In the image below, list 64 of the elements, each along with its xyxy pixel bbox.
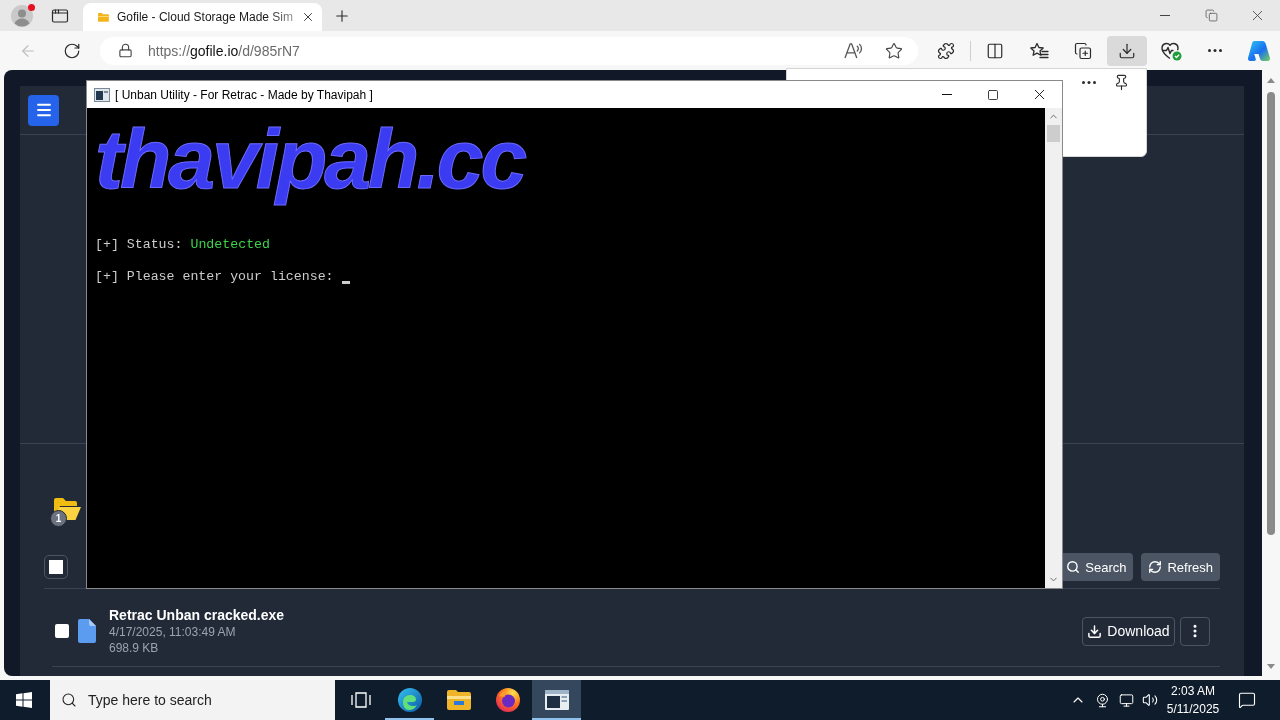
- task-view-icon: [350, 692, 371, 708]
- more-icon: [1082, 80, 1096, 84]
- file-size: 698.9 KB: [109, 639, 159, 656]
- console-window-icon: [94, 87, 110, 102]
- minimize-icon: [942, 94, 952, 95]
- scroll-up-icon[interactable]: [1267, 78, 1275, 83]
- search-icon: [1066, 560, 1081, 574]
- monitor-icon: [1118, 692, 1134, 708]
- close-icon: [301, 10, 315, 24]
- count-badge: 1: [50, 510, 67, 527]
- select-all-checkbox[interactable]: [44, 555, 68, 579]
- avatar-icon: [11, 4, 33, 27]
- star-icon: [885, 41, 903, 60]
- console-app-button[interactable]: [532, 680, 581, 720]
- volume-icon: [1142, 692, 1158, 708]
- download-icon: [1118, 41, 1136, 60]
- file-icon: [78, 619, 96, 643]
- address-bar[interactable]: https://gofile.io/d/985rN7: [100, 36, 918, 65]
- refresh-button[interactable]: Refresh: [1141, 553, 1220, 581]
- lock-icon: [118, 43, 133, 58]
- console-text: [+] Status:: [95, 237, 183, 253]
- menu-icon: [34, 101, 53, 119]
- status-value: Undetected: [190, 237, 270, 253]
- text-cursor: [341, 281, 350, 284]
- console-text: [+] Please enter your license:: [95, 269, 334, 285]
- more-icon: [1208, 49, 1222, 52]
- puzzle-icon: [937, 41, 955, 60]
- favorites-icon: [1029, 41, 1049, 60]
- copilot-logo-icon: [1247, 40, 1271, 61]
- taskbar-search-field[interactable]: Type here to search: [50, 680, 335, 720]
- file-date: 4/17/2025, 11:03:49 AM: [109, 623, 236, 640]
- scroll-down-icon[interactable]: [1267, 664, 1275, 669]
- browser-tab[interactable]: Gofile - Cloud Storage Made Sim: [83, 3, 322, 31]
- minimize-icon: [1160, 15, 1170, 16]
- edge-logo-icon: [397, 688, 422, 712]
- file-name[interactable]: Retrac Unban cracked.exe: [109, 606, 285, 624]
- split-screen-icon: [986, 41, 1004, 60]
- webcam-icon: [1094, 692, 1110, 708]
- tab-actions-icon: [51, 6, 69, 25]
- window-title: [ Unban Utility - For Retrac - Made by Thavipah ]: [115, 87, 373, 102]
- firefox-logo-icon: [495, 688, 520, 712]
- banner-title: thavipah.cc: [95, 113, 526, 205]
- download-button[interactable]: Download: [1082, 616, 1175, 646]
- download-icon: [1087, 623, 1103, 639]
- console-window-icon: [544, 690, 569, 710]
- maximize-icon: [987, 88, 999, 101]
- refresh-icon: [1148, 560, 1163, 574]
- collections-icon: [1074, 41, 1092, 60]
- downloads-button[interactable]: [1107, 35, 1147, 66]
- read-aloud-icon: [843, 42, 863, 59]
- restore-icon: [1204, 9, 1218, 22]
- folder-favicon-icon: [98, 11, 109, 23]
- folder-icon: [446, 690, 471, 710]
- clock-date: 5/11/2025: [1166, 701, 1220, 718]
- search-icon: [61, 692, 77, 708]
- notification-icon: [1238, 691, 1256, 709]
- clock-time: 2:03 AM: [1171, 683, 1215, 700]
- scrollbar-thumb[interactable]: [1267, 92, 1275, 535]
- scrollbar-thumb[interactable]: [1047, 125, 1060, 142]
- menu-button[interactable]: [28, 94, 59, 126]
- file-checkbox[interactable]: [55, 624, 69, 638]
- refresh-icon: [63, 41, 81, 60]
- heart-pulse-icon: [1160, 40, 1182, 61]
- windows-logo-icon: [16, 692, 32, 708]
